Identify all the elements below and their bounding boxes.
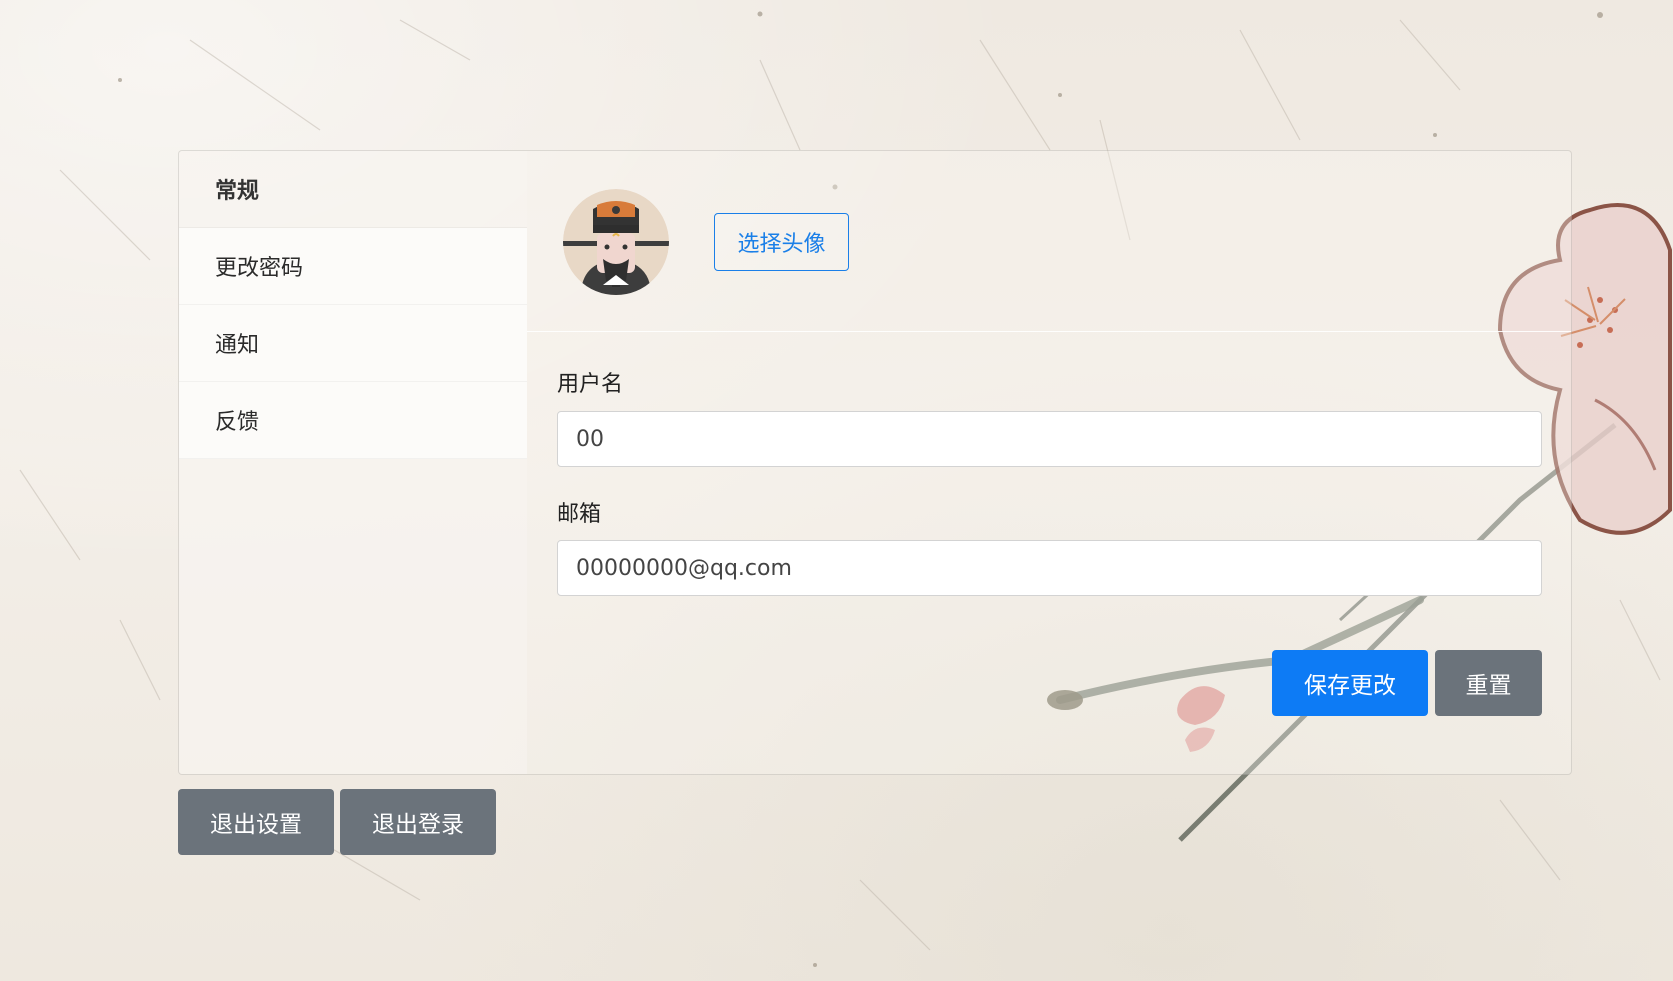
username-label: 用户名 — [557, 372, 624, 397]
avatar-section: 选择头像 — [527, 151, 1571, 332]
sidebar-item-notifications[interactable]: 通知 — [179, 305, 527, 382]
reset-button[interactable]: 重置 — [1435, 650, 1542, 716]
exit-settings-button[interactable]: 退出设置 — [178, 789, 334, 855]
username-input[interactable] — [557, 411, 1542, 467]
sidebar-item-change-password[interactable]: 更改密码 — [179, 228, 527, 305]
sidebar-item-label: 通知 — [215, 333, 260, 358]
settings-sidebar: 常规 更改密码 通知 反馈 — [179, 151, 527, 774]
sidebar-item-feedback[interactable]: 反馈 — [179, 382, 527, 459]
judge-avatar-icon — [563, 189, 669, 295]
email-input[interactable] — [557, 540, 1542, 596]
sidebar-item-label: 常规 — [215, 179, 260, 204]
avatar — [563, 189, 669, 295]
sidebar-item-label: 反馈 — [215, 410, 260, 435]
sidebar-item-general[interactable]: 常规 — [179, 151, 527, 228]
sidebar-item-label: 更改密码 — [215, 256, 304, 281]
settings-panel: 常规 更改密码 通知 反馈 选择头像 用户名 00 邮箱 00000000@qq… — [178, 150, 1572, 775]
save-changes-button[interactable]: 保存更改 — [1272, 650, 1428, 716]
choose-avatar-button[interactable]: 选择头像 — [714, 213, 849, 271]
general-settings-content: 选择头像 用户名 邮箱 保存更改 重置 — [527, 151, 1571, 774]
email-label: 邮箱 — [557, 502, 602, 527]
logout-button[interactable]: 退出登录 — [340, 789, 496, 855]
